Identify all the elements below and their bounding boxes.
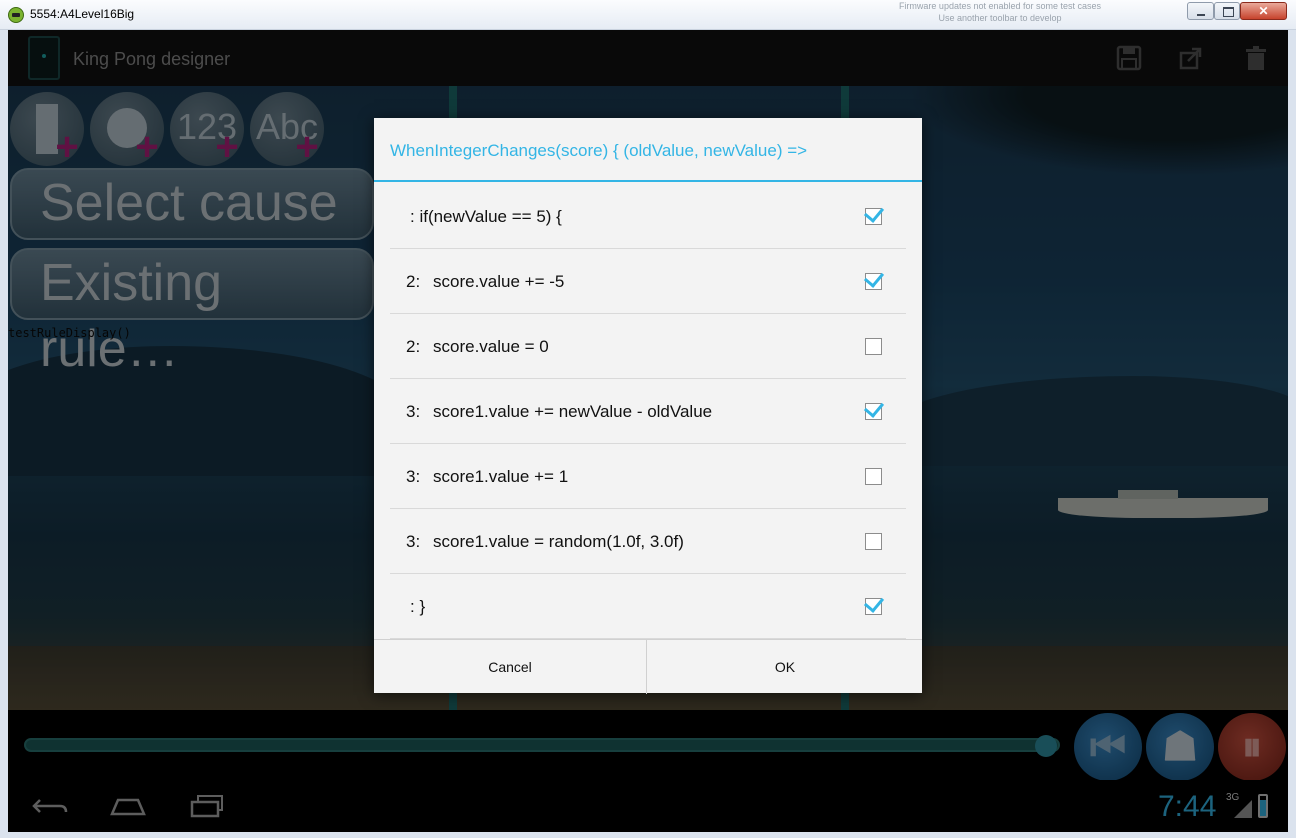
list-item[interactable]: 3: score1.value += 1 xyxy=(390,444,906,509)
list-item[interactable]: 2: score.value = 0 xyxy=(390,314,906,379)
list-item[interactable]: : if(newValue == 5) { xyxy=(390,184,906,249)
rule-dialog: WhenIntegerChanges(score) { (oldValue, n… xyxy=(374,118,922,694)
window-border-right xyxy=(1288,30,1296,838)
maximize-button[interactable] xyxy=(1214,2,1240,20)
ok-button[interactable]: OK xyxy=(648,640,922,694)
rule-lines-list[interactable]: : if(newValue == 5) { 2: score.value += … xyxy=(390,184,906,639)
background-window-text: Firmware updates not enabled for some te… xyxy=(898,1,1102,23)
line-checkbox[interactable] xyxy=(865,208,882,225)
android-screen: King Pong designer + + 123 + Abc + Selec… xyxy=(8,30,1288,832)
window-title: 5554:A4Level16Big xyxy=(30,7,135,21)
window-border-bottom xyxy=(0,832,1296,838)
minimize-button[interactable] xyxy=(1187,2,1214,20)
window-titlebar: 5554:A4Level16Big Firmware updates not e… xyxy=(0,0,1296,30)
line-checkbox[interactable] xyxy=(865,273,882,290)
cancel-button[interactable]: Cancel xyxy=(374,640,647,694)
dialog-button-bar: Cancel OK xyxy=(374,639,922,694)
line-number: 2: xyxy=(406,337,421,356)
line-checkbox[interactable] xyxy=(865,403,882,420)
line-checkbox[interactable] xyxy=(865,468,882,485)
line-code: score1.value += 1 xyxy=(433,467,569,486)
line-checkbox[interactable] xyxy=(865,533,882,550)
list-item[interactable]: : } xyxy=(390,574,906,639)
line-code: score1.value = random(1.0f, 3.0f) xyxy=(433,532,684,551)
line-number: 3: xyxy=(406,402,421,421)
list-item[interactable]: 2: score.value += -5 xyxy=(390,249,906,314)
android-app-icon xyxy=(8,7,24,23)
close-window-button[interactable] xyxy=(1240,2,1287,20)
line-number: 3: xyxy=(406,467,421,486)
line-code: : if(newValue == 5) { xyxy=(410,207,562,226)
list-item[interactable]: 3: score1.value = random(1.0f, 3.0f) xyxy=(390,509,906,574)
line-code: score.value = 0 xyxy=(433,337,549,356)
window-border-left xyxy=(0,30,8,838)
line-code: : } xyxy=(410,597,426,616)
line-checkbox[interactable] xyxy=(865,338,882,355)
dialog-title: WhenIntegerChanges(score) { (oldValue, n… xyxy=(374,118,922,182)
line-code: score.value += -5 xyxy=(433,272,565,291)
line-code: score1.value += newValue - oldValue xyxy=(433,402,713,421)
line-number: 2: xyxy=(406,272,421,291)
line-number: 3: xyxy=(406,532,421,551)
line-checkbox[interactable] xyxy=(865,598,882,615)
list-item[interactable]: 3: score1.value += newValue - oldValue xyxy=(390,379,906,444)
